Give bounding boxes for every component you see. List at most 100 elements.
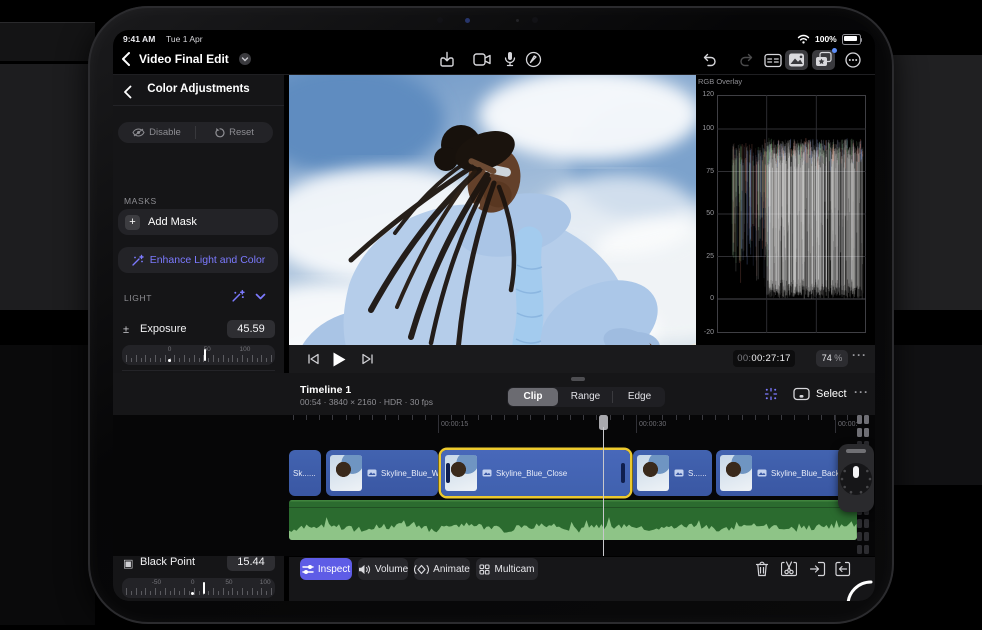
ruler-minor-tick bbox=[504, 415, 505, 420]
ruler-tick bbox=[237, 358, 239, 362]
button-label: Inspect bbox=[317, 563, 351, 575]
scroll-track-segment[interactable] bbox=[857, 415, 862, 424]
skip-forward-icon[interactable] bbox=[361, 353, 374, 365]
ruler-minor-tick bbox=[358, 415, 360, 420]
viewer-more-icon[interactable]: ··· bbox=[852, 348, 867, 362]
slider-icon-exposure: ± bbox=[123, 324, 130, 336]
multicam-icon bbox=[479, 563, 491, 575]
mode-clip[interactable]: Clip bbox=[508, 388, 558, 406]
background-window bbox=[0, 64, 95, 310]
redo-icon[interactable] bbox=[738, 52, 754, 68]
scroll-track-segment[interactable] bbox=[864, 532, 869, 541]
title-chevron-icon[interactable] bbox=[239, 53, 251, 65]
timecode-display[interactable]: 00:00:27:17 bbox=[733, 350, 795, 367]
select-label[interactable]: Select bbox=[816, 388, 847, 400]
ruler-minor-tick bbox=[543, 415, 545, 420]
timeline-clip[interactable]: Sk...... bbox=[289, 450, 321, 496]
mode-range[interactable]: Range bbox=[559, 387, 612, 407]
scroll-track-segment[interactable] bbox=[864, 545, 869, 554]
ruler-minor-tick bbox=[319, 415, 321, 420]
edit-mode-segmented-control: Clip Range Edge bbox=[507, 387, 665, 407]
project-title[interactable]: Video Final Edit bbox=[139, 52, 229, 66]
pencil-icon[interactable] bbox=[525, 51, 542, 68]
scissors-icon[interactable] bbox=[781, 561, 797, 577]
slider-ruler[interactable]: 0 50 100 bbox=[122, 345, 275, 365]
back-chevron-icon[interactable] bbox=[121, 51, 131, 67]
slider-zero-dot bbox=[168, 358, 171, 362]
ruler-minor-tick bbox=[464, 415, 466, 420]
mode-edge[interactable]: Edge bbox=[613, 387, 666, 407]
slider-thumb[interactable] bbox=[204, 349, 207, 361]
ruler-tick bbox=[184, 355, 185, 362]
slider-thumb[interactable] bbox=[202, 582, 205, 594]
scroll-track-segment[interactable] bbox=[857, 428, 862, 437]
select-tool-icon[interactable] bbox=[793, 387, 810, 401]
inspector-icon[interactable] bbox=[764, 53, 782, 68]
ruler-minor-tick bbox=[649, 415, 651, 420]
jog-wheel-handle[interactable] bbox=[846, 449, 866, 453]
audio-track[interactable] bbox=[289, 500, 857, 540]
slider-ruler[interactable]: -50 0 50 100 bbox=[122, 578, 275, 598]
ruler-tick bbox=[169, 591, 171, 595]
jog-dial[interactable] bbox=[839, 458, 873, 498]
volume-button[interactable]: Volume bbox=[358, 558, 408, 580]
trim-handle-left[interactable] bbox=[446, 463, 450, 483]
ruler-tick bbox=[237, 591, 239, 595]
animate-button[interactable]: Animate bbox=[414, 558, 470, 580]
scroll-track-segment[interactable] bbox=[864, 415, 869, 424]
multicam-button[interactable]: Multicam bbox=[476, 558, 538, 580]
ruler-tick bbox=[150, 591, 152, 595]
timeline-clip[interactable]: S...... bbox=[633, 450, 712, 496]
timeline-drag-handle[interactable] bbox=[571, 377, 585, 381]
timecode-hours: 00: bbox=[737, 353, 752, 364]
scroll-track-segment[interactable] bbox=[864, 428, 869, 437]
clip-label: S...... bbox=[688, 468, 707, 478]
ruler-tick bbox=[256, 591, 258, 595]
slider-name: Exposure bbox=[140, 323, 187, 335]
scroll-track-segment[interactable] bbox=[857, 532, 862, 541]
undo-icon[interactable] bbox=[702, 52, 718, 68]
ruler-label: 0 bbox=[167, 346, 172, 353]
timeline-ruler[interactable]: 00:00:15 00:00:30 00:00:45 bbox=[289, 415, 857, 433]
timeline-more-icon[interactable]: ··· bbox=[854, 385, 869, 399]
skip-back-icon[interactable] bbox=[307, 353, 320, 365]
scroll-track-segment[interactable] bbox=[857, 519, 862, 528]
slider-value[interactable]: 45.59 bbox=[227, 320, 275, 338]
ruler-minor-tick bbox=[411, 415, 413, 420]
ruler-tick bbox=[227, 358, 229, 362]
scroll-track-segment[interactable] bbox=[857, 545, 862, 554]
video-preview[interactable] bbox=[289, 75, 696, 345]
trash-icon[interactable] bbox=[755, 561, 769, 577]
ruler-minor-tick bbox=[490, 415, 492, 420]
background-window bbox=[887, 345, 982, 485]
insert-icon[interactable] bbox=[810, 561, 826, 577]
ruler-tick bbox=[217, 358, 219, 362]
play-button[interactable] bbox=[333, 352, 346, 367]
overwrite-icon[interactable] bbox=[835, 561, 851, 577]
timeline-clip[interactable]: Skyline_Blue_Background bbox=[716, 450, 857, 496]
more-icon[interactable] bbox=[845, 52, 861, 68]
jog-wheel[interactable] bbox=[838, 444, 874, 512]
scope-axis-label: 75 bbox=[706, 167, 714, 175]
transport-bar: 00:00:27:17 74 % ··· bbox=[289, 345, 875, 374]
status-date: Tue 1 Apr bbox=[166, 34, 203, 44]
scope-axis-label: 120 bbox=[702, 91, 714, 98]
inspect-button[interactable]: Inspect bbox=[300, 558, 352, 580]
ruler-tick bbox=[242, 588, 243, 595]
scroll-track-segment[interactable] bbox=[864, 519, 869, 528]
trim-handle-right[interactable] bbox=[621, 463, 625, 483]
effects-icon[interactable] bbox=[812, 48, 837, 70]
clip-media-icon bbox=[674, 469, 684, 477]
mic-icon[interactable] bbox=[504, 51, 516, 68]
ruler-minor-tick bbox=[372, 415, 373, 420]
photos-icon[interactable] bbox=[785, 50, 808, 70]
camera-icon[interactable] bbox=[473, 53, 492, 66]
ruler-tick bbox=[145, 588, 147, 595]
scope-title: RGB Overlay bbox=[698, 77, 743, 86]
clip-thumbnail bbox=[330, 455, 362, 491]
magnetic-timeline-icon[interactable] bbox=[763, 386, 779, 402]
ruler-tick bbox=[140, 358, 142, 362]
zoom-level[interactable]: 74 % bbox=[816, 350, 848, 367]
timeline-clip[interactable]: Skyline_Blue_Wide bbox=[326, 450, 438, 496]
export-icon[interactable] bbox=[439, 51, 455, 68]
